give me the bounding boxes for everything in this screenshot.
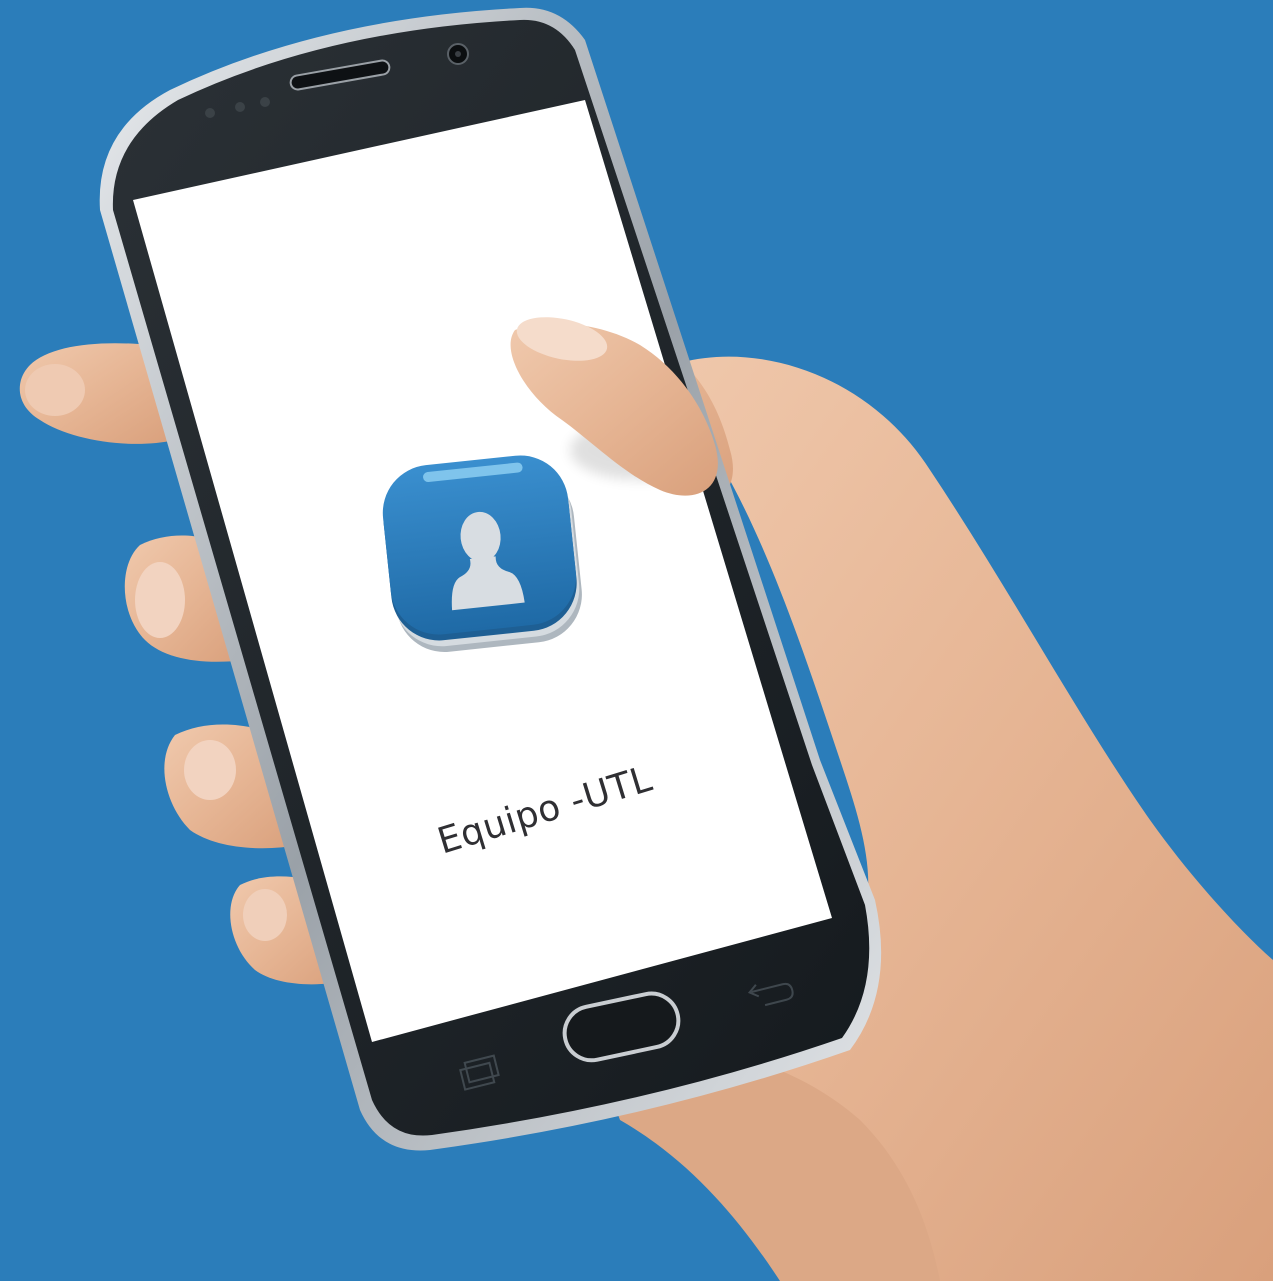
scene (19, 7, 1273, 1281)
app-icon[interactable] (378, 450, 587, 657)
contact-person-icon (382, 455, 582, 652)
